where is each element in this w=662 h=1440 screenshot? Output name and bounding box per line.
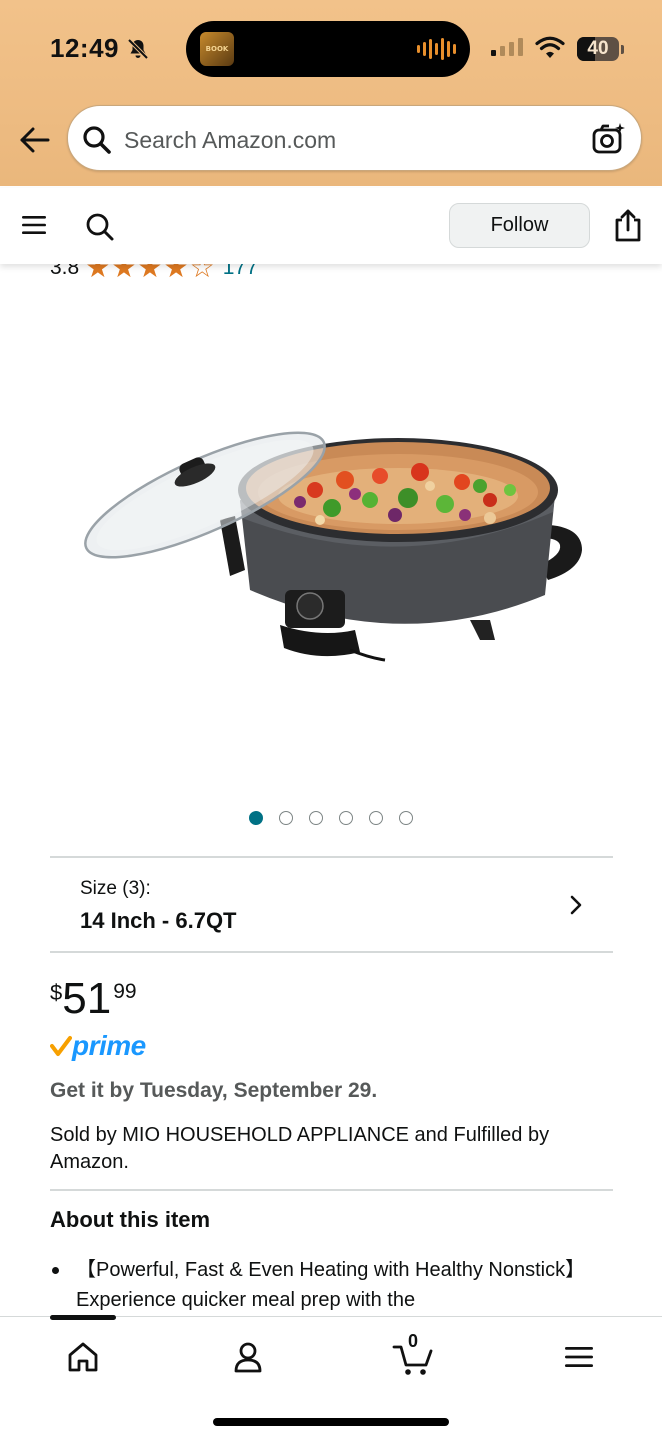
bullet-dot xyxy=(52,1267,59,1274)
search-input[interactable]: Search Amazon.com xyxy=(67,105,642,171)
header: 12:49 BOOK 40 Search Amazon.com xyxy=(0,0,662,186)
product-image[interactable] xyxy=(70,420,600,680)
active-tab-indicator xyxy=(50,1315,116,1320)
pagination-dot-active[interactable] xyxy=(249,811,263,825)
secondary-nav: Follow xyxy=(0,188,662,264)
battery-level: 40 xyxy=(587,38,609,59)
wifi-icon xyxy=(535,36,565,58)
about-bullet-text: 【Powerful, Fast & Even Heating with Heal… xyxy=(76,1259,586,1311)
size-selector[interactable]: Size (3): 14 Inch - 6.7QT xyxy=(50,858,613,951)
audio-wave-icon xyxy=(417,38,456,60)
prime-label: prime xyxy=(72,1030,146,1061)
account-icon xyxy=(234,1342,262,1373)
follow-button[interactable]: Follow xyxy=(449,203,590,248)
search-placeholder: Search Amazon.com xyxy=(124,127,337,153)
delivery-date: Get it by Tuesday, September 29. xyxy=(50,1079,378,1102)
price: $ 51 99 xyxy=(50,975,137,1023)
bell-muted-icon xyxy=(127,38,149,60)
cellular-signal-icon xyxy=(491,38,523,56)
battery-icon: 40 xyxy=(577,37,619,61)
prime-badge: prime xyxy=(50,1030,146,1062)
search-icon[interactable] xyxy=(85,212,115,242)
size-label: Size (3): xyxy=(80,878,151,899)
pagination-dot[interactable] xyxy=(369,811,383,825)
home-icon xyxy=(68,1342,98,1372)
tab-account[interactable] xyxy=(226,1335,270,1379)
seller-info: Sold by MIO HOUSEHOLD APPLIANCE and Fulf… xyxy=(50,1124,550,1173)
tab-menu[interactable] xyxy=(557,1335,601,1379)
pagination-dot[interactable] xyxy=(309,811,323,825)
now-playing-artwork: BOOK xyxy=(200,32,234,66)
hamburger-menu-icon[interactable] xyxy=(22,215,46,235)
share-icon[interactable] xyxy=(613,208,643,242)
tab-home[interactable] xyxy=(61,1335,105,1379)
prime-check-icon xyxy=(50,1036,72,1056)
cart-count: 0 xyxy=(407,1331,418,1351)
price-fraction: 99 xyxy=(113,980,137,1003)
pagination-dot[interactable] xyxy=(399,811,413,825)
dynamic-island[interactable]: BOOK xyxy=(186,21,470,77)
camera-search-icon[interactable] xyxy=(591,121,627,157)
pagination-dot[interactable] xyxy=(279,811,293,825)
chevron-right-icon xyxy=(570,895,582,915)
about-title: About this item xyxy=(50,1207,211,1232)
artwork-text: BOOK xyxy=(205,45,229,53)
image-pagination xyxy=(249,811,413,825)
search-icon xyxy=(83,126,111,154)
divider xyxy=(50,951,613,953)
divider xyxy=(50,1189,613,1191)
price-symbol: $ xyxy=(50,980,63,1005)
status-time: 12:49 xyxy=(50,33,119,63)
price-whole: 51 xyxy=(62,974,112,1023)
back-arrow-icon[interactable] xyxy=(18,123,52,157)
pagination-dot[interactable] xyxy=(339,811,353,825)
size-value: 14 Inch - 6.7QT xyxy=(80,908,237,933)
about-bullet: 【Powerful, Fast & Even Heating with Heal… xyxy=(50,1255,610,1315)
tab-cart[interactable]: 0 xyxy=(391,1331,435,1379)
menu-icon xyxy=(565,1347,593,1367)
home-indicator[interactable] xyxy=(213,1418,449,1426)
